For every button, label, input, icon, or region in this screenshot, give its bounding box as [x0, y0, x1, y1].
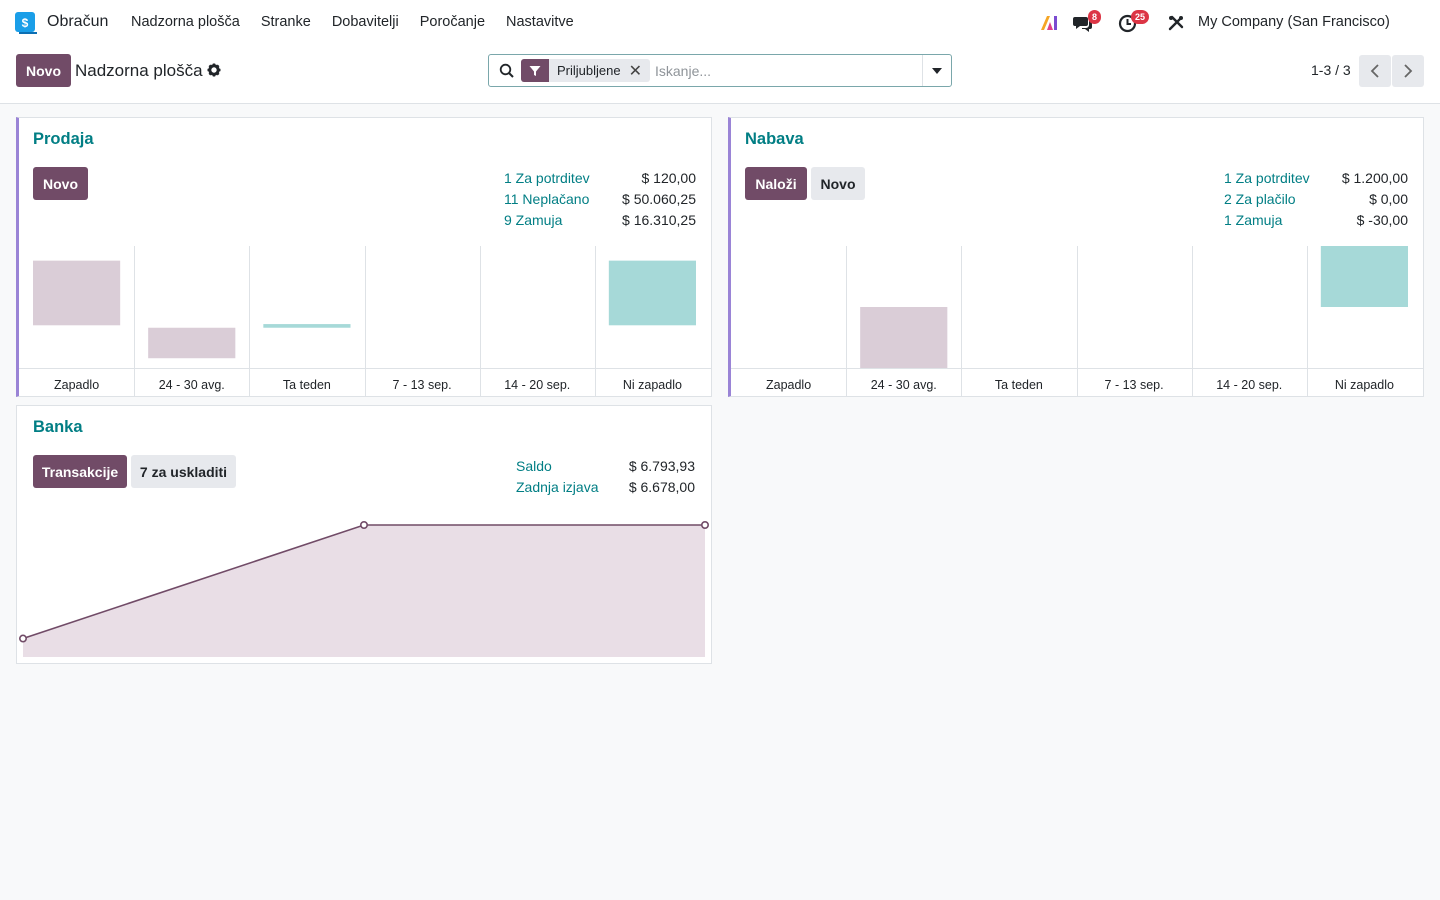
bank-stat-balance-value: $ 6.793,93: [628, 458, 695, 474]
purchase-stat-to-pay-value: $ 0,00: [1369, 191, 1408, 207]
pager-value[interactable]: 1-3 / 3: [1311, 62, 1351, 78]
sales-chart-bar[interactable]: [608, 260, 696, 326]
chevron-right-icon: [1404, 64, 1413, 78]
purchase-stat-late-value: $ -30,00: [1356, 212, 1408, 228]
bank-chart-point[interactable]: [359, 521, 368, 530]
sales-stat-to-validate[interactable]: 1 Za potrditev: [504, 168, 622, 189]
purchase-stat-to-validate[interactable]: 1 Za potrditev: [1224, 168, 1324, 189]
accounting-app-icon[interactable]: $: [15, 12, 37, 34]
activities-button[interactable]: 25: [1118, 10, 1152, 34]
menu-item-customers[interactable]: Stranke: [261, 14, 311, 30]
menu-item-configuration[interactable]: Nastavitve: [506, 14, 574, 30]
sales-stat-late[interactable]: 9 Zamuja: [504, 210, 622, 231]
caret-down-icon: [932, 67, 942, 74]
filter-icon: [521, 59, 549, 82]
bank-stat-last-statement[interactable]: Zadnja izjava: [516, 477, 626, 498]
facet-label: Priljubljene: [557, 63, 621, 78]
svg-text:$: $: [22, 16, 29, 30]
messages-button[interactable]: 8: [1073, 10, 1102, 34]
purchase-new-button[interactable]: Novo: [811, 167, 865, 200]
bank-balance-area-chart[interactable]: [17, 516, 711, 663]
purchase-stats: 1 Za potrditev $ 1.200,00 2 Za plačilo $ 0…: [1224, 168, 1408, 231]
sales-chart-x-tick-label: Zapadlo: [54, 378, 99, 392]
purchase-chart-x-tick-label: 14 - 20 sep.: [1216, 378, 1282, 392]
bank-journal-card: Banka Transakcije 7 za uskladiti Saldo $ …: [16, 405, 712, 664]
purchase-stat-late[interactable]: 1 Zamuja: [1224, 210, 1324, 231]
bank-stat-last-statement-value: $ 6.678,00: [628, 479, 695, 495]
purchase-stat-to-pay[interactable]: 2 Za plačilo: [1224, 189, 1324, 210]
upload-button[interactable]: Naloži: [745, 167, 807, 200]
sales-title[interactable]: Prodaja: [33, 130, 94, 149]
purchase-bar-chart[interactable]: Zapadlo 24 - 30 avg. Ta teden 7 - 13 sep. 14…: [731, 246, 1424, 396]
top-navbar: $ Obračun Nadzorna plošča Stranke Dobavi…: [0, 0, 1440, 46]
sales-chart-bar[interactable]: [33, 260, 121, 326]
sales-chart-x-tick-label: Ta teden: [283, 378, 331, 392]
bank-title[interactable]: Banka: [33, 418, 83, 437]
reconcile-button[interactable]: 7 za uskladiti: [131, 455, 236, 488]
sales-chart-x-tick-label: Ni zapadlo: [623, 378, 682, 392]
purchase-chart-x-tick-label: Zapadlo: [766, 378, 811, 392]
sales-chart-x-tick-label: 24 - 30 avg.: [159, 378, 225, 392]
sales-chart-bar[interactable]: [148, 327, 236, 359]
bank-chart-point[interactable]: [700, 521, 709, 530]
sales-new-button[interactable]: Novo: [33, 167, 88, 200]
menu-item-vendors[interactable]: Dobavitelji: [332, 14, 399, 30]
company-switcher[interactable]: My Company (San Francisco): [1198, 14, 1390, 30]
purchase-chart-bar[interactable]: [860, 307, 948, 368]
remove-facet-icon[interactable]: ✕: [629, 61, 650, 81]
sales-chart-x-tick-label: 14 - 20 sep.: [504, 378, 570, 392]
bank-chart-area-fill: [23, 525, 705, 657]
search-input[interactable]: [655, 61, 915, 81]
sales-stat-unpaid[interactable]: 11 Neplačano: [504, 189, 622, 210]
sales-stat-late-value: $ 16.310,25: [622, 212, 696, 228]
control-panel: Novo Nadzorna plošča Priljubljene ✕ 1-3 …: [0, 46, 1440, 104]
purchase-stat-to-validate-value: $ 1.200,00: [1341, 170, 1408, 186]
search-bar: Priljubljene ✕: [488, 54, 952, 87]
chevron-left-icon: [1370, 64, 1379, 78]
new-button[interactable]: Novo: [16, 54, 71, 87]
sales-stat-to-validate-value: $ 120,00: [641, 170, 697, 186]
sales-bar-chart[interactable]: Zapadlo 24 - 30 avg. Ta teden 7 - 13 sep. 14…: [19, 246, 712, 396]
purchase-chart-x-tick-label: Ni zapadlo: [1335, 378, 1394, 392]
sales-chart-bar[interactable]: [263, 324, 351, 328]
bank-stats: Saldo $ 6.793,93 Zadnja izjava $ 6.678,00: [516, 456, 695, 498]
activities-badge: 25: [1131, 10, 1150, 24]
purchase-chart-x-tick-label: 7 - 13 sep.: [1105, 378, 1164, 392]
sales-stat-unpaid-value: $ 50.060,25: [622, 191, 696, 207]
transactions-button[interactable]: Transakcije: [33, 455, 127, 488]
page-title: Nadzorna plošča: [75, 61, 203, 80]
menu-item-reporting[interactable]: Poročanje: [420, 14, 485, 30]
purchase-title[interactable]: Nabava: [745, 130, 804, 149]
bank-chart-point[interactable]: [18, 634, 28, 643]
messages-badge: 8: [1088, 10, 1102, 24]
bank-stat-balance[interactable]: Saldo: [516, 456, 626, 477]
purchase-chart-x-tick-label: 24 - 30 avg.: [871, 378, 937, 392]
app-name[interactable]: Obračun: [47, 13, 108, 31]
search-icon[interactable]: [499, 63, 515, 79]
gear-icon[interactable]: [207, 63, 221, 77]
tools-icon[interactable]: [1168, 15, 1184, 31]
purchase-journal-card: Nabava Naloži Novo 1 Za potrditev $ 1.200…: [728, 117, 1424, 397]
search-options-toggle[interactable]: [922, 55, 951, 86]
main-menu: Nadzorna plošča Stranke Dobavitelji Poro…: [131, 14, 595, 30]
purchase-chart-bar[interactable]: [1320, 246, 1408, 307]
pager-previous-button[interactable]: [1359, 55, 1391, 87]
sales-chart-x-tick-label: 7 - 13 sep.: [393, 378, 452, 392]
ai-icon[interactable]: [1038, 12, 1060, 34]
menu-item-dashboard[interactable]: Nadzorna plošča: [131, 14, 240, 30]
sales-journal-card: Prodaja Novo 1 Za potrditev $ 120,00 11 N…: [16, 117, 712, 397]
sales-stats: 1 Za potrditev $ 120,00 11 Neplačano $ 50.…: [504, 168, 696, 231]
pager-next-button[interactable]: [1392, 55, 1424, 87]
purchase-chart-x-tick-label: Ta teden: [995, 378, 1043, 392]
search-facet: Priljubljene ✕: [521, 59, 650, 82]
